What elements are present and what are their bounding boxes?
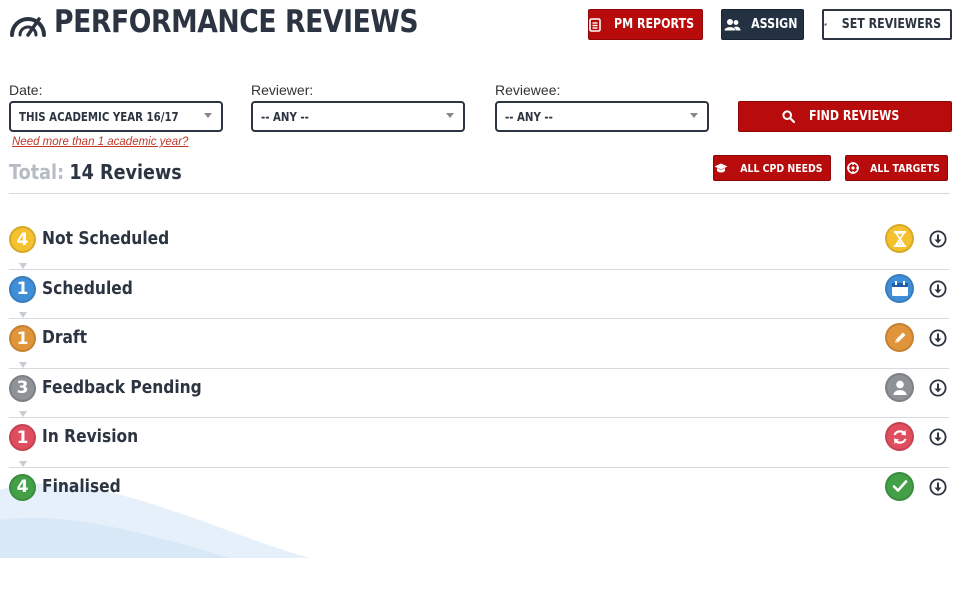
document-icon <box>589 17 602 32</box>
status-name[interactable]: Finalised <box>42 476 121 497</box>
download-icon[interactable] <box>929 478 947 496</box>
status-count-badge: 4 <box>9 226 36 253</box>
status-row[interactable]: 4 Finalised <box>9 460 949 518</box>
status-count-badge: 1 <box>9 275 36 303</box>
set-reviewers-label: SET REVIEWERS <box>841 17 942 32</box>
download-icon[interactable] <box>929 428 947 446</box>
status-name[interactable]: Draft <box>42 327 87 348</box>
reviewee-label: Reviewee: <box>495 82 561 98</box>
total-value: 14 Reviews <box>69 160 182 184</box>
status-list: 4 Not Scheduled 1 Scheduled 1 Draft 3 Feedback … <box>9 220 949 517</box>
users-icon <box>724 19 741 31</box>
all-cpd-needs-button[interactable]: ALL CPD NEEDS <box>713 155 831 181</box>
gear-icon <box>824 23 827 26</box>
chevron-down-icon <box>204 113 212 118</box>
status-row[interactable]: 3 Feedback Pending <box>9 361 949 418</box>
chevron-down-icon <box>446 113 454 118</box>
date-label: Date: <box>9 82 43 98</box>
reviewer-label: Reviewer: <box>251 82 314 98</box>
download-icon[interactable] <box>929 379 947 397</box>
status-count-badge: 3 <box>9 374 36 402</box>
pm-reports-label: PM REPORTS <box>614 17 695 32</box>
search-icon <box>782 110 796 123</box>
total-label: Total: <box>9 160 65 184</box>
checkmark-icon <box>885 471 914 501</box>
gauge-icon <box>10 17 46 37</box>
more-academic-years-link[interactable]: Need more than 1 academic year? <box>12 136 188 148</box>
date-select-value: THIS ACADEMIC YEAR 16/17 <box>19 109 179 124</box>
person-icon <box>885 372 914 402</box>
graduation-cap-icon <box>714 163 728 172</box>
download-icon[interactable] <box>929 329 947 347</box>
all-targets-label: ALL TARGETS <box>870 161 940 175</box>
connector-arrow-icon <box>19 361 27 368</box>
target-icon <box>847 162 860 174</box>
pm-reports-button[interactable]: PM REPORTS <box>588 9 703 40</box>
chevron-down-icon <box>690 113 698 118</box>
date-select[interactable]: THIS ACADEMIC YEAR 16/17 <box>9 101 223 132</box>
status-name[interactable]: Not Scheduled <box>42 228 169 249</box>
title-group: PERFORMANCE REVIEWS <box>8 4 477 40</box>
status-count-badge: 4 <box>9 473 36 501</box>
reviewee-select-value: -- ANY -- <box>505 109 553 124</box>
status-name[interactable]: In Revision <box>42 426 138 447</box>
connector-arrow-icon <box>19 411 27 417</box>
all-targets-button[interactable]: ALL TARGETS <box>845 155 948 181</box>
connector-arrow-icon <box>19 262 27 269</box>
status-count-badge: 1 <box>9 325 36 352</box>
download-icon[interactable] <box>929 280 947 298</box>
refresh-icon <box>885 422 914 451</box>
assign-button[interactable]: ASSIGN <box>721 9 804 40</box>
find-reviews-button[interactable]: FIND REVIEWS <box>738 101 952 132</box>
total-summary: Total: 14 Reviews <box>9 160 182 184</box>
all-cpd-needs-label: ALL CPD NEEDS <box>740 161 823 175</box>
status-row[interactable]: 4 Not Scheduled <box>9 220 949 270</box>
divider <box>9 193 950 194</box>
find-reviews-label: FIND REVIEWS <box>809 109 900 124</box>
reviewer-select[interactable]: -- ANY -- <box>251 101 465 132</box>
set-reviewers-button[interactable]: SET REVIEWERS <box>822 9 952 40</box>
hourglass-icon <box>885 224 914 253</box>
assign-label: ASSIGN <box>750 17 798 32</box>
page-header: PERFORMANCE REVIEWS PM REPORTS ASSIGN SE… <box>8 4 952 44</box>
status-row[interactable]: 1 In Revision <box>9 411 949 468</box>
calendar-icon <box>885 273 914 303</box>
status-row[interactable]: 1 Draft <box>9 312 949 369</box>
status-count-badge: 1 <box>9 424 36 451</box>
status-name[interactable]: Feedback Pending <box>42 377 202 398</box>
status-row[interactable]: 1 Scheduled <box>9 262 949 319</box>
reviewer-select-value: -- ANY -- <box>261 109 309 124</box>
pencil-icon <box>885 323 914 352</box>
status-name[interactable]: Scheduled <box>42 278 133 299</box>
download-icon[interactable] <box>929 230 947 248</box>
connector-arrow-icon <box>19 312 27 318</box>
connector-arrow-icon <box>19 460 27 467</box>
page-title: PERFORMANCE REVIEWS <box>54 4 419 40</box>
reviewee-select[interactable]: -- ANY -- <box>495 101 709 132</box>
